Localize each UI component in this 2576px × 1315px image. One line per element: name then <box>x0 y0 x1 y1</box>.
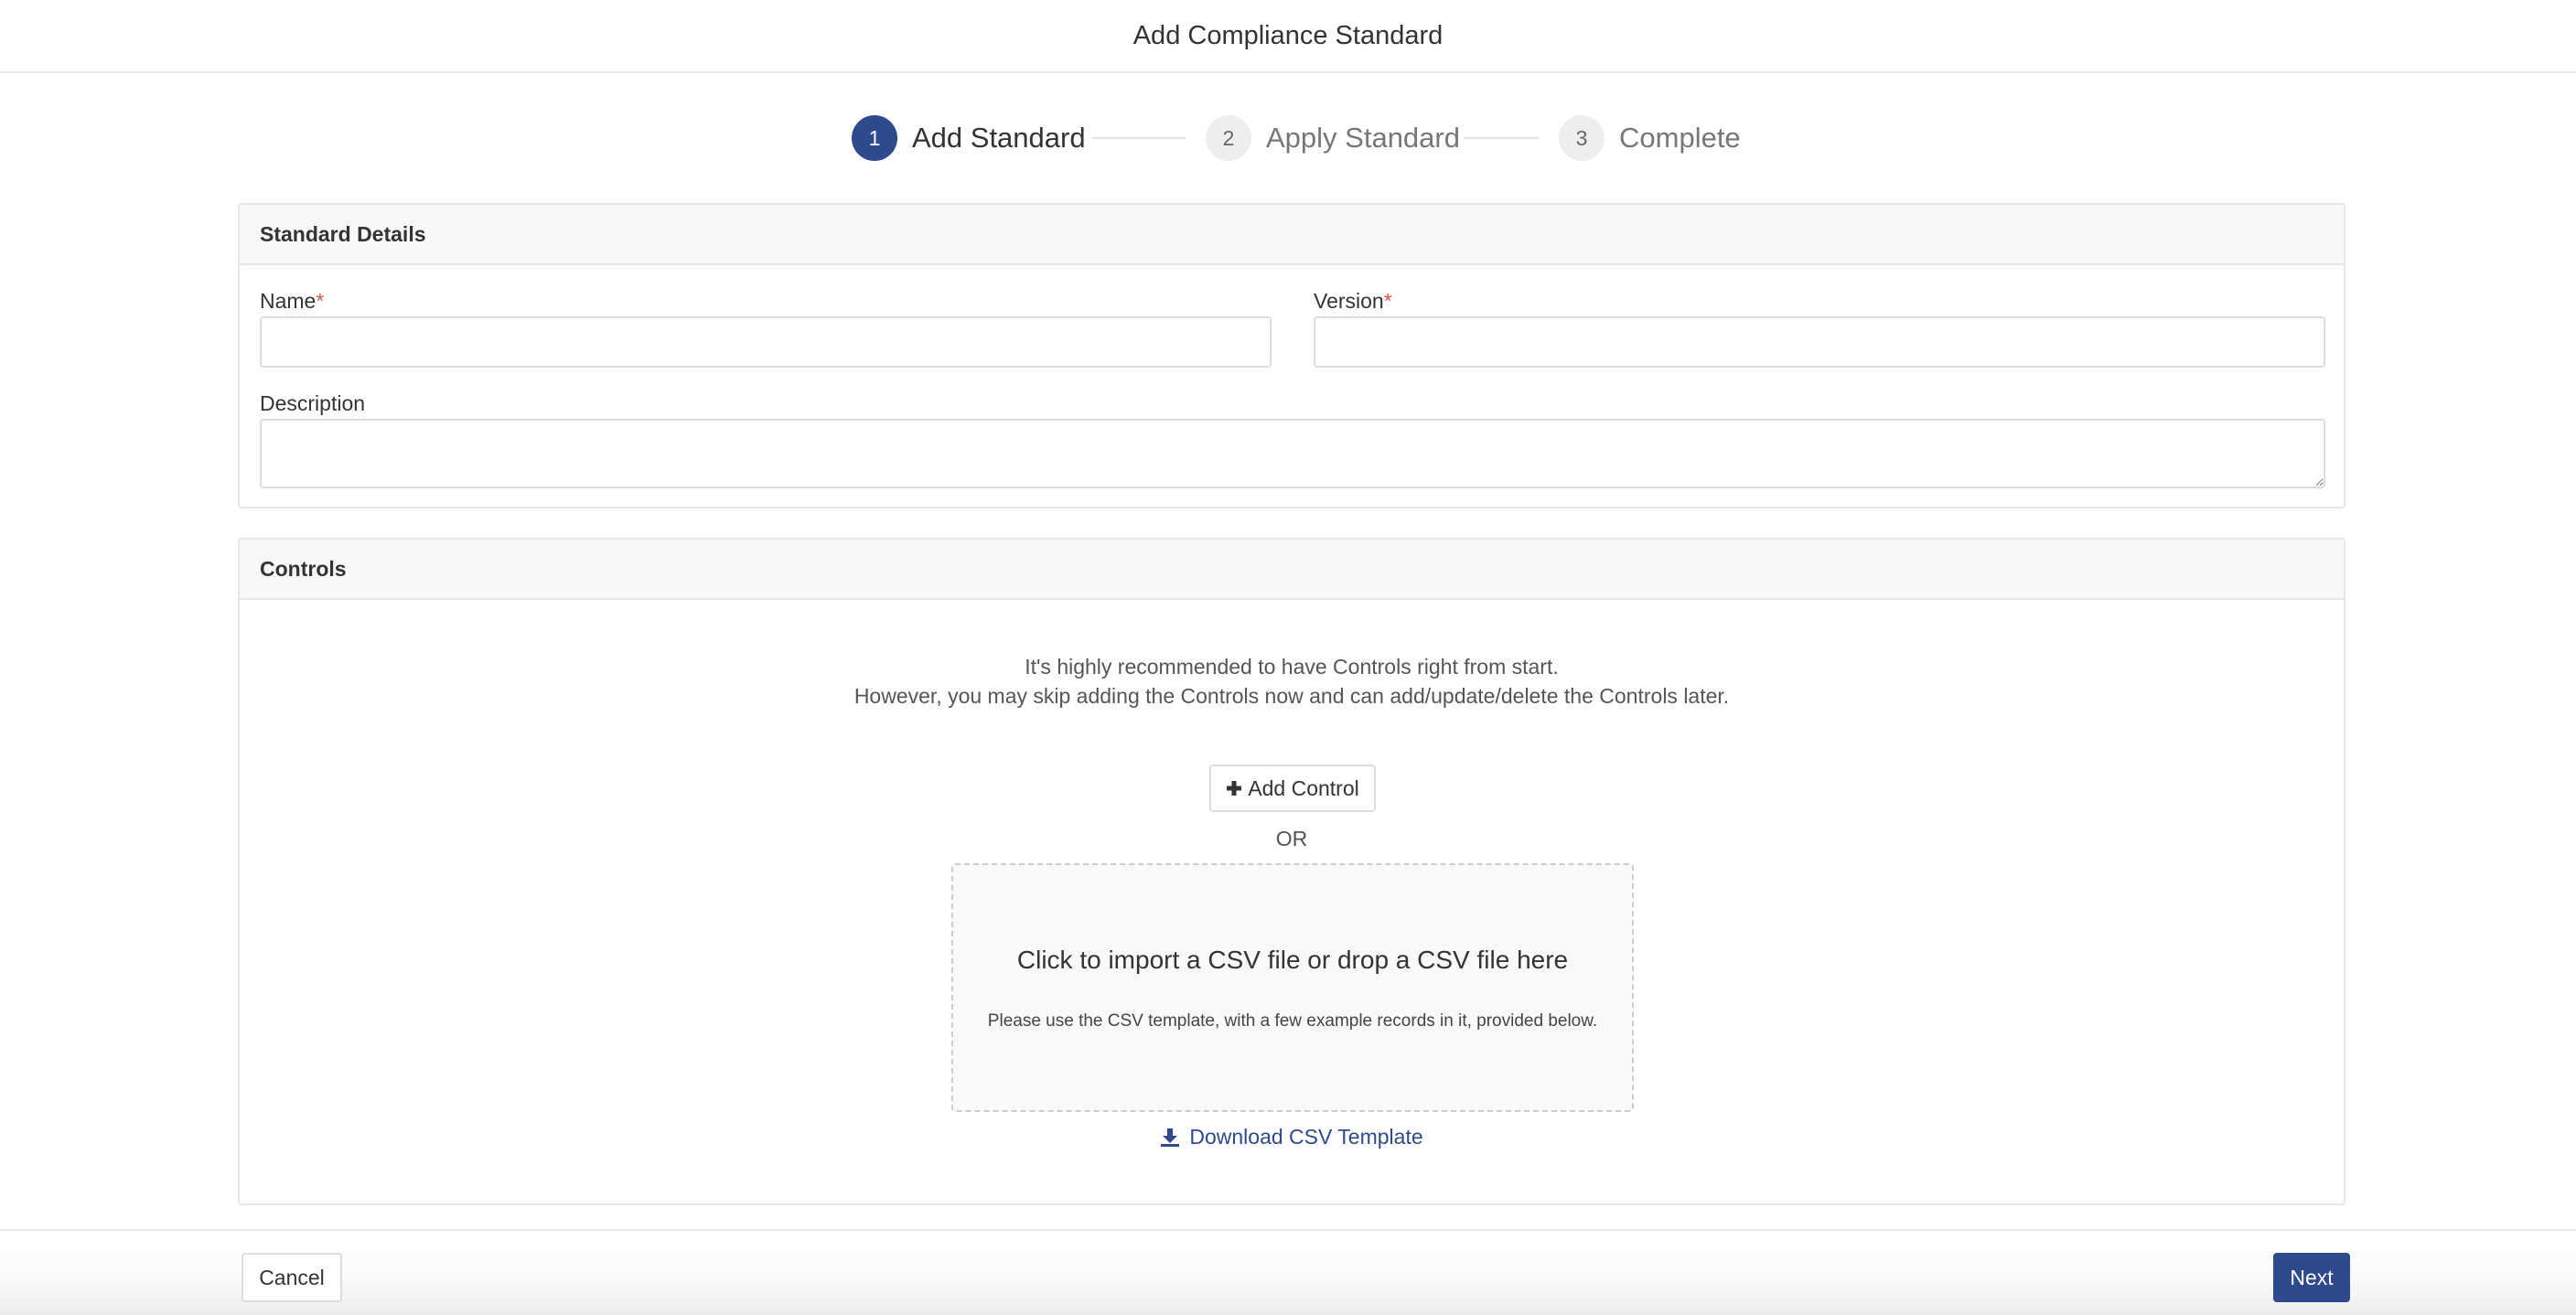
required-marker: * <box>316 289 325 313</box>
or-separator: OR <box>1275 827 1308 850</box>
description-label: Description <box>260 391 366 415</box>
controls-header: Controls <box>240 540 2344 600</box>
step-label-add-standard: Add Standard <box>912 122 1086 154</box>
controls-panel: Controls It's highly recommended to have… <box>238 538 2345 1205</box>
controls-skip-text: However, you may skip adding the Control… <box>853 684 1730 708</box>
step-number-2: 2 <box>1206 115 1251 161</box>
plus-icon <box>1227 781 1242 796</box>
cancel-button[interactable]: Cancel <box>242 1253 342 1302</box>
csv-dropzone[interactable]: Click to import a CSV file or drop a CSV… <box>951 863 1634 1112</box>
step-label-complete: Complete <box>1619 122 1741 154</box>
download-icon <box>1161 1128 1180 1147</box>
step-apply-standard: 2 Apply Standard <box>1206 114 1460 162</box>
name-input[interactable] <box>260 316 1272 368</box>
dropzone-subtitle: Please use the CSV template, with a few … <box>987 1011 1598 1031</box>
version-input[interactable] <box>1314 316 2325 368</box>
step-complete: 3 Complete <box>1559 114 1741 162</box>
step-label-apply-standard: Apply Standard <box>1266 122 1460 154</box>
modal-header: Add Compliance Standard <box>0 0 2576 73</box>
step-number-3: 3 <box>1559 115 1605 161</box>
dropzone-title: Click to import a CSV file or drop a CSV… <box>1016 946 1569 974</box>
description-textarea[interactable] <box>260 419 2325 488</box>
wizard-stepper: 1 Add Standard 2 Apply Standard 3 Comple… <box>0 110 2576 166</box>
step-connector <box>1092 137 1186 139</box>
download-csv-template-link[interactable]: Download CSV Template <box>240 1125 2344 1149</box>
step-connector <box>1464 137 1539 139</box>
add-control-label: Add Control <box>1248 775 1359 800</box>
step-number-1: 1 <box>852 115 897 161</box>
modal-footer: Cancel Next <box>0 1229 2576 1315</box>
step-add-standard: 1 Add Standard <box>852 114 1086 162</box>
add-control-button[interactable]: Add Control <box>1209 764 1376 812</box>
required-marker: * <box>1383 289 1392 313</box>
standard-details-header: Standard Details <box>240 205 2344 265</box>
page-title: Add Compliance Standard <box>1132 20 1444 50</box>
controls-recommendation-text: It's highly recommended to have Controls… <box>1025 655 1559 679</box>
version-label: Version* <box>1314 289 1392 313</box>
standard-details-panel: Standard Details Name* Version* Descript… <box>238 203 2345 508</box>
next-button[interactable]: Next <box>2273 1253 2350 1302</box>
name-label: Name* <box>260 289 325 313</box>
download-csv-template-label: Download CSV Template <box>1189 1125 1423 1149</box>
